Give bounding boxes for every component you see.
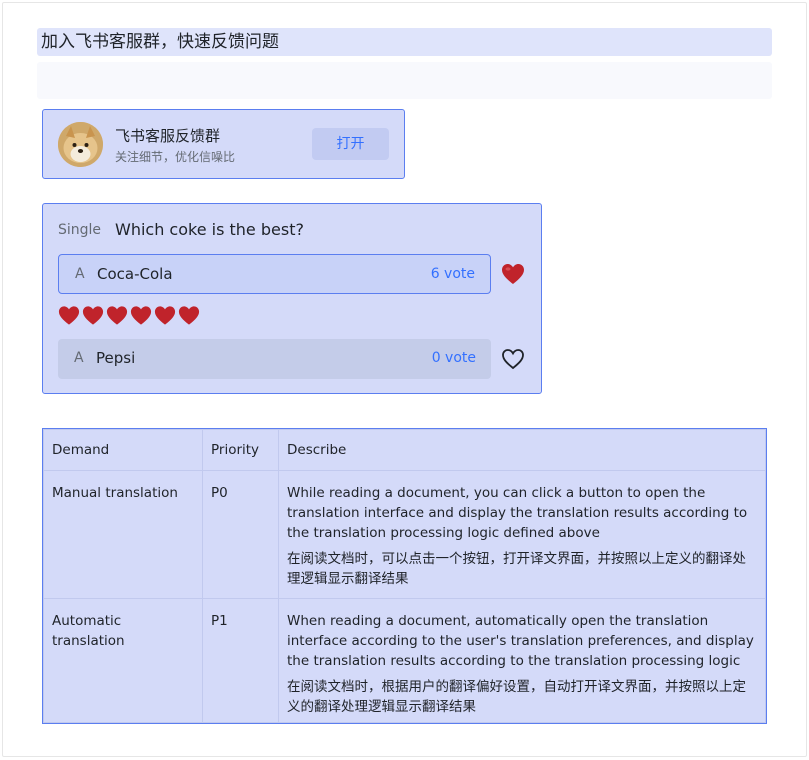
section-heading: 加入飞书客服群，快速反馈问题: [37, 28, 772, 56]
voter-heart-icon: [82, 306, 104, 325]
voter-heart-icon: [106, 306, 128, 325]
table-row: Manual translation P0 While reading a do…: [43, 470, 766, 599]
shiba-dog-avatar-icon: [58, 122, 103, 167]
describe-chinese: 在阅读文档时，根据用户的翻译偏好设置，自动打开译文界面，并按照以上定义的翻译处理…: [287, 679, 746, 715]
group-description: 关注细节，优化信噪比: [115, 150, 236, 164]
voter-heart-icon: [130, 306, 152, 325]
cell-describe[interactable]: While reading a document, you can click …: [278, 470, 766, 599]
table-header-row: Demand Priority Describe: [43, 429, 766, 471]
option-letter: A: [74, 350, 84, 366]
cell-demand[interactable]: Automatic translation: [43, 598, 203, 723]
cell-priority[interactable]: P1: [202, 598, 279, 723]
voter-heart-icon: [178, 306, 200, 325]
heart-outline-icon[interactable]: [501, 348, 525, 370]
empty-paragraph-block: [37, 62, 772, 99]
column-header-priority: Priority: [202, 429, 279, 471]
heart-filled-icon[interactable]: [501, 263, 525, 285]
requirements-table: Demand Priority Describe Manual translat…: [42, 428, 767, 724]
poll-question: Which coke is the best?: [115, 220, 304, 239]
open-group-button[interactable]: 打开: [312, 128, 389, 160]
voter-heart-icon: [58, 306, 80, 325]
column-header-describe: Describe: [278, 429, 766, 471]
poll-option-pepsi[interactable]: A Pepsi 0 vote: [58, 339, 491, 379]
voter-heart-icon: [154, 306, 176, 325]
cell-demand[interactable]: Manual translation: [43, 470, 203, 599]
group-name: 飞书客服反馈群: [115, 127, 221, 145]
table-row: Automatic translation P1 When reading a …: [43, 598, 766, 723]
describe-english: While reading a document, you can click …: [287, 485, 748, 541]
option-letter: A: [75, 266, 85, 282]
option-vote-count: 0 vote: [431, 350, 476, 366]
column-header-demand: Demand: [43, 429, 203, 471]
option-label: Pepsi: [96, 349, 136, 367]
cell-describe[interactable]: When reading a document, automatically o…: [278, 598, 766, 723]
poll-card: Single Which coke is the best? A Coca-Co…: [42, 203, 542, 394]
voter-hearts-row: [58, 305, 200, 327]
poll-type-label: Single: [58, 222, 102, 238]
poll-option-coca-cola[interactable]: A Coca-Cola 6 vote: [58, 254, 491, 294]
option-vote-count: 6 vote: [430, 266, 475, 282]
cell-priority[interactable]: P0: [202, 470, 279, 599]
describe-english: When reading a document, automatically o…: [287, 613, 754, 669]
group-card[interactable]: 飞书客服反馈群 关注细节，优化信噪比 打开: [42, 109, 405, 179]
describe-chinese: 在阅读文档时，可以点击一个按钮，打开译文界面，并按照以上定义的翻译处理逻辑显示翻…: [287, 551, 746, 587]
option-label: Coca-Cola: [97, 265, 173, 283]
